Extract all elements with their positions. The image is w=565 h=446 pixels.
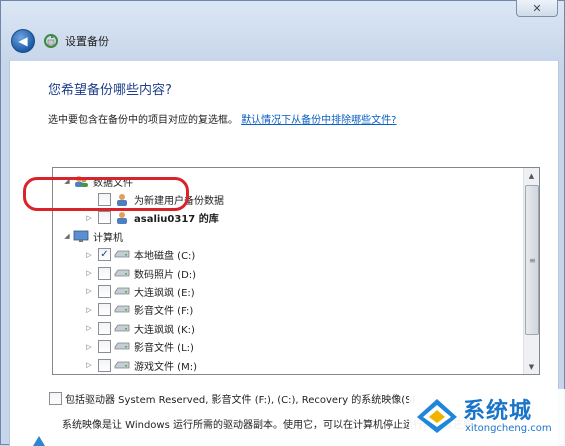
system-image-option[interactable]: 包括驱动器 System Reserved, 影音文件 (F:), (C:), … bbox=[46, 391, 415, 406]
drive-icon bbox=[114, 267, 130, 280]
site-watermark: 系统城 xitongcheng.com bbox=[409, 389, 565, 446]
page-title: 设置备份 bbox=[65, 35, 109, 48]
watermark-domain: xitongcheng.com bbox=[465, 423, 552, 434]
grip-icon: ≡ bbox=[529, 256, 536, 265]
expand-arrow-icon[interactable]: ▷ bbox=[83, 306, 95, 314]
expand-arrow-icon[interactable]: ▷ bbox=[83, 269, 95, 277]
system-image-checkbox[interactable] bbox=[49, 392, 62, 405]
question-heading: 您希望备份哪些内容? bbox=[48, 83, 172, 98]
item-checkbox[interactable] bbox=[98, 211, 111, 225]
collapse-arrow-icon[interactable]: ◢ bbox=[61, 232, 73, 240]
tree-item[interactable]: ▷数码照片 (N:) bbox=[83, 374, 196, 375]
close-button[interactable]: ✕ bbox=[516, 0, 558, 17]
expand-arrow-icon[interactable]: ▷ bbox=[83, 324, 95, 332]
item-checkbox[interactable] bbox=[98, 321, 111, 335]
tree-item[interactable]: ▷ 数码照片 (D:) bbox=[83, 264, 196, 282]
expand-arrow-icon[interactable]: ▷ bbox=[83, 214, 95, 222]
tree-item-label: asaliu0317 的库 bbox=[134, 214, 219, 226]
drive-icon bbox=[114, 322, 130, 335]
drive-icon bbox=[114, 340, 130, 353]
tree-scrollbar[interactable]: ▲ ≡ ▼ bbox=[523, 168, 539, 374]
system-image-label: 包括驱动器 System Reserved, 影音文件 (F:), (C:), … bbox=[65, 395, 416, 406]
drive-icon bbox=[114, 359, 130, 372]
backup-wizard-window: ✕ ◀ 设置备份 您希望备份哪些内容? 选中要包含在备份中的项目对应的复选框。 … bbox=[0, 0, 565, 446]
instruction-text: 选中要包含在备份中的项目对应的复选框。 默认情况下从备份中排除哪些文件? bbox=[48, 111, 397, 126]
highlight-annotation bbox=[23, 177, 189, 211]
scroll-up-arrow-icon[interactable]: ▲ bbox=[524, 168, 539, 183]
tree-item[interactable]: ▷ 游戏文件 (M:) bbox=[83, 356, 197, 374]
wizard-header: ◀ 设置备份 bbox=[1, 25, 564, 57]
tree-item[interactable]: ▷ asaliu0317 的库 bbox=[83, 209, 219, 227]
expand-arrow-icon[interactable]: ▷ bbox=[83, 251, 95, 259]
backup-app-icon bbox=[44, 34, 58, 48]
tree-item-label: 游戏文件 (M:) bbox=[134, 361, 197, 373]
tree-item[interactable]: ▷ 大连飒飒 (K:) bbox=[83, 319, 195, 337]
item-checkbox[interactable] bbox=[98, 266, 111, 280]
instruction-label: 选中要包含在备份中的项目对应的复选框。 bbox=[48, 115, 238, 126]
tree-item-label: 大连飒飒 (E:) bbox=[134, 287, 195, 299]
scroll-thumb[interactable]: ≡ bbox=[525, 185, 539, 335]
expand-arrow-icon[interactable]: ▷ bbox=[83, 361, 95, 369]
item-checkbox[interactable] bbox=[98, 284, 111, 298]
drive-icon bbox=[114, 285, 130, 298]
item-checkbox[interactable]: ✓ bbox=[98, 248, 111, 262]
drive-icon bbox=[114, 248, 130, 261]
back-button[interactable]: ◀ bbox=[11, 29, 35, 53]
tree-item[interactable]: ▷ 大连飒飒 (E:) bbox=[83, 282, 195, 300]
tree-item[interactable]: ▷ 影音文件 (F:) bbox=[83, 301, 193, 319]
expand-arrow-icon[interactable]: ▷ bbox=[83, 343, 95, 351]
excluded-files-link[interactable]: 默认情况下从备份中排除哪些文件? bbox=[241, 115, 396, 126]
back-arrow-icon: ◀ bbox=[18, 34, 28, 48]
watermark-name: 系统城 bbox=[463, 399, 533, 424]
watermark-logo-icon bbox=[417, 399, 457, 433]
expand-arrow-icon[interactable]: ▷ bbox=[83, 287, 95, 295]
close-icon: ✕ bbox=[532, 1, 542, 15]
tree-item-label: 影音文件 (F:) bbox=[134, 306, 194, 318]
drive-icon bbox=[114, 303, 130, 316]
tree-item-label: 数码照片 (D:) bbox=[134, 269, 197, 281]
tree-item[interactable]: ▷ ✓ 本地磁盘 (C:) bbox=[83, 246, 195, 264]
tree-item[interactable]: ◢ 计算机 bbox=[61, 227, 123, 245]
user-icon bbox=[114, 211, 130, 225]
computer-icon bbox=[73, 230, 89, 243]
partial-icon bbox=[33, 436, 45, 446]
tree-item-label: 大连飒飒 (K:) bbox=[134, 324, 195, 336]
scroll-down-arrow-icon[interactable]: ▼ bbox=[524, 359, 539, 374]
tree-item-label: 影音文件 (L:) bbox=[134, 343, 194, 355]
item-checkbox[interactable] bbox=[98, 358, 111, 372]
item-checkbox[interactable] bbox=[98, 340, 111, 354]
tree-item-label: 计算机 bbox=[93, 232, 123, 244]
item-checkbox[interactable] bbox=[98, 303, 111, 317]
tree-item-label: 本地磁盘 (C:) bbox=[134, 251, 196, 263]
tree-item[interactable]: ▷ 影音文件 (L:) bbox=[83, 338, 194, 356]
